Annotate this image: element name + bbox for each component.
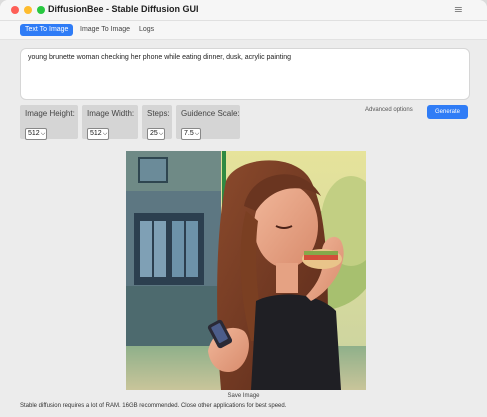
chevron-down-icon: ⌵ bbox=[194, 130, 200, 137]
zoom-window-button[interactable] bbox=[37, 6, 45, 14]
save-image-link[interactable]: Save Image bbox=[0, 393, 487, 399]
image-height-select[interactable]: 512⌵ bbox=[25, 128, 48, 140]
steps-value: 25 bbox=[150, 130, 158, 137]
image-height-label: Image Height: bbox=[25, 109, 75, 118]
close-window-button[interactable] bbox=[11, 6, 19, 14]
generate-button[interactable]: Generate bbox=[427, 105, 468, 119]
image-height-control: Image Height: 512⌵ bbox=[20, 105, 78, 140]
tab-text-to-image[interactable]: Text To Image bbox=[20, 24, 74, 36]
tab-bar: Text To Image Image To Image Logs bbox=[0, 21, 487, 40]
image-height-value: 512 bbox=[28, 130, 40, 137]
chevron-down-icon: ⌵ bbox=[158, 130, 164, 137]
steps-label: Steps: bbox=[147, 109, 170, 118]
chevron-down-icon: ⌵ bbox=[40, 130, 46, 137]
window-title: DiffusionBee - Stable Diffusion GUI bbox=[48, 4, 199, 14]
minimize-window-button[interactable] bbox=[24, 6, 32, 14]
guidance-scale-select[interactable]: 7.5⌵ bbox=[181, 128, 202, 140]
image-width-label: Image Width: bbox=[87, 109, 135, 118]
guidance-scale-control: Guidence Scale: 7.5⌵ bbox=[176, 105, 240, 140]
chevron-down-icon: ⌵ bbox=[102, 130, 108, 137]
generated-image bbox=[126, 151, 366, 390]
tab-logs[interactable]: Logs bbox=[134, 24, 159, 36]
image-width-select[interactable]: 512⌵ bbox=[87, 128, 110, 140]
steps-select[interactable]: 25⌵ bbox=[147, 128, 166, 140]
hamburger-menu-icon[interactable]: ≡ bbox=[454, 3, 463, 16]
image-width-value: 512 bbox=[90, 130, 102, 137]
steps-control: Steps: 25⌵ bbox=[142, 105, 172, 140]
tab-image-to-image[interactable]: Image To Image bbox=[75, 24, 135, 36]
app-window: DiffusionBee - Stable Diffusion GUI ≡ Te… bbox=[0, 0, 487, 417]
prompt-input[interactable]: young brunette woman checking her phone … bbox=[20, 48, 470, 100]
ram-warning-note: Stable diffusion requires a lot of RAM. … bbox=[20, 403, 287, 409]
title-bar: DiffusionBee - Stable Diffusion GUI ≡ bbox=[0, 0, 487, 21]
guidance-scale-label: Guidence Scale: bbox=[181, 109, 240, 118]
advanced-options-link[interactable]: Advanced options bbox=[365, 107, 413, 113]
image-width-control: Image Width: 512⌵ bbox=[82, 105, 138, 140]
guidance-scale-value: 7.5 bbox=[184, 130, 194, 137]
